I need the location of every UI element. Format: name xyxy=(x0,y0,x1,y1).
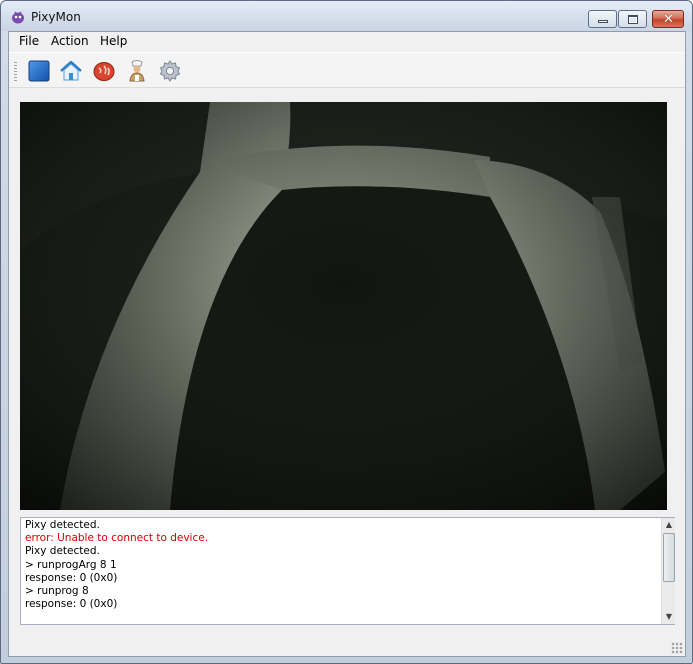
close-button[interactable]: ✕ xyxy=(652,10,684,28)
scroll-down-arrow-icon[interactable]: ▼ xyxy=(662,610,676,624)
camera-frame-image xyxy=(20,102,667,510)
close-icon: ✕ xyxy=(663,12,674,27)
status-bar xyxy=(9,636,685,656)
steak-icon xyxy=(93,62,115,81)
camera-video-view[interactable] xyxy=(20,102,667,510)
pixymon-window: PixyMon ✕ File Action Help Pixy detected… xyxy=(0,0,693,664)
scrollbar-thumb[interactable] xyxy=(663,533,675,582)
console-lines: Pixy detected. error: Unable to connect … xyxy=(25,519,657,611)
console-line: > runprogArg 8 1 xyxy=(25,558,117,571)
chef-icon xyxy=(129,60,145,82)
minimize-button[interactable] xyxy=(588,10,617,28)
maximize-button[interactable] xyxy=(618,10,647,28)
title-bar[interactable]: PixyMon ✕ xyxy=(1,1,692,31)
console-line: response: 0 (0x0) xyxy=(25,598,118,611)
menu-help[interactable]: Help xyxy=(100,34,127,48)
configure-button[interactable] xyxy=(158,59,182,83)
console-line: response: 0 (0x0) xyxy=(25,571,118,584)
main-client-area: File Action Help Pixy detected. error: U… xyxy=(8,31,686,657)
console-line: Pixy detected. xyxy=(25,545,100,558)
stop-square-icon xyxy=(28,60,50,82)
menu-action[interactable]: Action xyxy=(51,34,89,48)
menu-file[interactable]: File xyxy=(19,34,39,48)
console-line: Pixy detected. xyxy=(25,519,100,531)
window-title: PixyMon xyxy=(31,10,81,24)
stop-button[interactable] xyxy=(27,59,51,83)
console-scrollbar[interactable]: ▲ ▼ xyxy=(661,518,675,624)
minimize-icon xyxy=(598,20,608,23)
toolbar xyxy=(9,52,685,88)
toolbar-grip[interactable] xyxy=(14,62,17,82)
console-error-line: error: Unable to connect to device. xyxy=(25,532,209,545)
home-button[interactable] xyxy=(59,59,83,83)
scroll-up-arrow-icon[interactable]: ▲ xyxy=(662,518,676,532)
home-icon xyxy=(60,60,82,81)
pixymon-app-icon xyxy=(12,11,24,24)
resize-grip-icon[interactable] xyxy=(671,642,683,654)
console-line: > runprog 8 xyxy=(25,585,89,598)
raw-button[interactable] xyxy=(125,59,149,83)
cooked-button[interactable] xyxy=(92,59,116,83)
maximize-icon xyxy=(628,15,638,24)
console-output[interactable]: Pixy detected. error: Unable to connect … xyxy=(20,517,675,625)
gear-icon xyxy=(159,60,181,82)
menu-bar: File Action Help xyxy=(9,32,685,51)
